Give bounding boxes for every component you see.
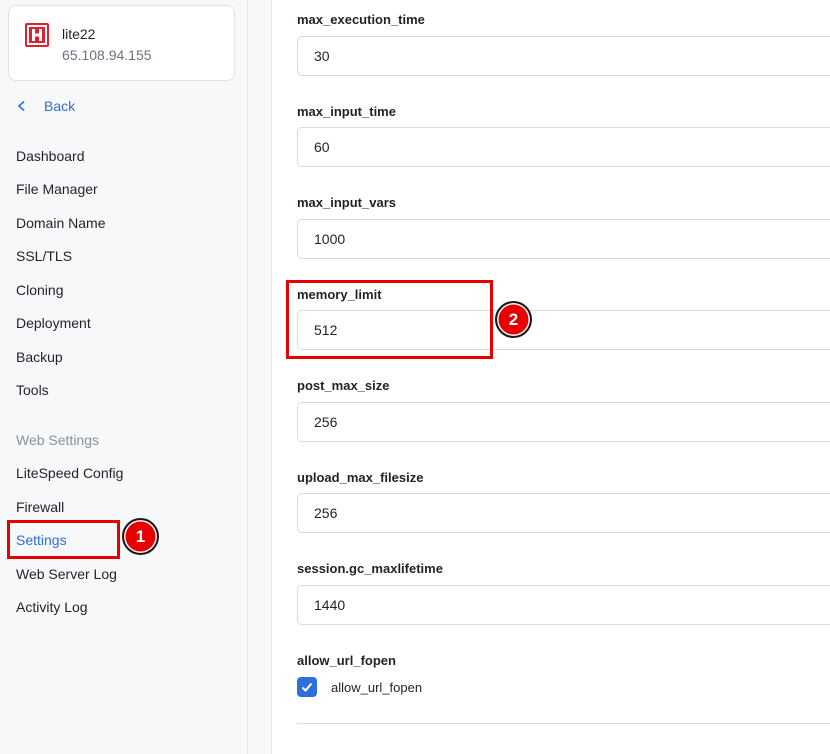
sidebar-item-cloning[interactable]: Cloning <box>16 282 63 298</box>
session-gc-maxlifetime-input[interactable] <box>297 585 830 625</box>
sidebar-item-ssl-tls[interactable]: SSL/TLS <box>16 248 72 264</box>
hosting-logo-icon <box>25 23 49 47</box>
field-label-max-execution-time: max_execution_time <box>297 12 425 27</box>
field-label-max-input-vars: max_input_vars <box>297 195 396 210</box>
server-card[interactable]: lite22 65.108.94.155 <box>8 5 235 81</box>
max-input-vars-input[interactable] <box>297 219 830 259</box>
max-execution-time-input[interactable] <box>297 36 830 76</box>
memory-limit-input[interactable] <box>297 310 830 350</box>
server-ip: 65.108.94.155 <box>62 47 152 63</box>
server-name: lite22 <box>62 26 96 42</box>
sidebar-item-backup[interactable]: Backup <box>16 349 63 365</box>
sidebar-gutter <box>248 0 272 754</box>
upload-max-filesize-input[interactable] <box>297 493 830 533</box>
post-max-size-input[interactable] <box>297 402 830 442</box>
sidebar-item-activity-log[interactable]: Activity Log <box>16 599 88 615</box>
sidebar-item-settings[interactable]: Settings <box>16 532 67 548</box>
allow-url-fopen-checkbox-label: allow_url_fopen <box>331 679 423 695</box>
sidebar-item-domain-name[interactable]: Domain Name <box>16 215 105 231</box>
back-link[interactable]: Back <box>16 97 75 115</box>
back-label: Back <box>44 98 76 114</box>
sidebar-item-firewall[interactable]: Firewall <box>16 499 64 515</box>
field-label-allow-url-fopen: allow_url_fopen <box>297 653 396 668</box>
sidebar: lite22 65.108.94.155 Back Dashboard File… <box>0 0 248 754</box>
checkmark-icon <box>301 682 313 692</box>
chevron-left-icon <box>17 100 25 112</box>
field-label-session-gc-maxlifetime: session.gc_maxlifetime <box>297 561 443 576</box>
max-input-time-input[interactable] <box>297 127 830 167</box>
sidebar-item-file-manager[interactable]: File Manager <box>16 181 98 197</box>
sidebar-item-web-server-log[interactable]: Web Server Log <box>16 566 117 582</box>
allow-url-fopen-checkbox-row[interactable]: allow_url_fopen <box>297 677 422 697</box>
field-label-post-max-size: post_max_size <box>297 378 390 393</box>
allow-url-fopen-checkbox[interactable] <box>297 677 317 697</box>
sidebar-section-web-settings: Web Settings <box>16 432 100 448</box>
sidebar-item-litespeed-config[interactable]: LiteSpeed Config <box>16 465 123 481</box>
sidebar-item-tools[interactable]: Tools <box>16 382 49 398</box>
field-label-memory-limit: memory_limit <box>297 287 382 302</box>
sidebar-item-dashboard[interactable]: Dashboard <box>16 148 85 164</box>
sidebar-item-deployment[interactable]: Deployment <box>16 315 91 331</box>
field-label-max-input-time: max_input_time <box>297 104 396 119</box>
form-divider <box>297 723 830 724</box>
field-label-upload-max-filesize: upload_max_filesize <box>297 470 424 485</box>
